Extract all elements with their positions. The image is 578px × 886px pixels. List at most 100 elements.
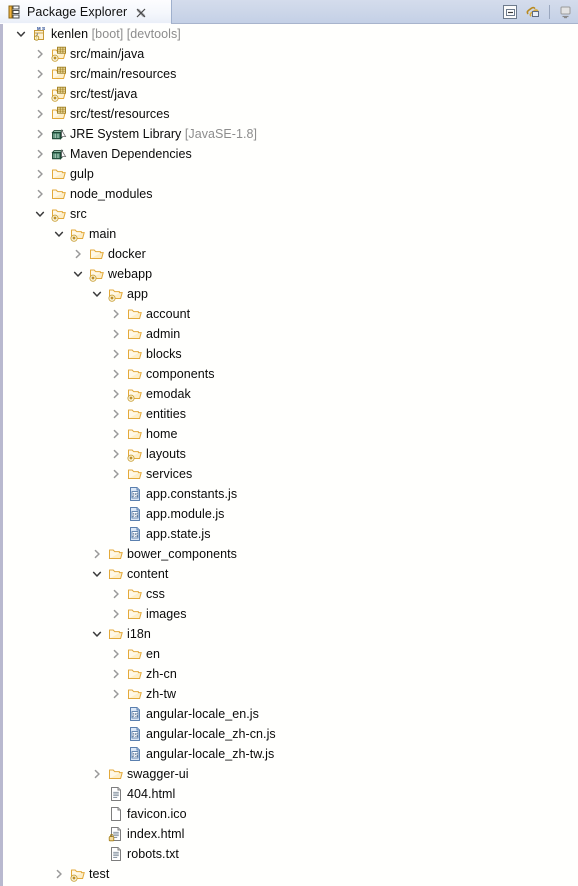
chevron-right-icon[interactable] (110, 364, 121, 384)
chevron-right-icon[interactable] (110, 344, 121, 364)
tree-row[interactable]: zh-cn (3, 664, 578, 684)
link-with-editor-button[interactable] (523, 3, 543, 21)
chevron-right-icon[interactable] (110, 604, 121, 624)
tree-row[interactable]: images (3, 604, 578, 624)
chevron-right-icon[interactable] (91, 544, 102, 564)
chevron-down-icon[interactable] (91, 564, 102, 584)
tree-row[interactable]: ! M Skenlen [boot] [devtools] (3, 24, 578, 44)
chevron-down-icon[interactable] (15, 24, 26, 44)
tree-row[interactable]: bower_components (3, 544, 578, 564)
tree-row[interactable]: main (3, 224, 578, 244)
chevron-right-icon[interactable] (110, 464, 121, 484)
collapse-all-button[interactable] (500, 3, 520, 21)
tree-row[interactable]: robots.txt (3, 844, 578, 864)
chevron-right-icon[interactable] (110, 584, 121, 604)
tree-row[interactable]: src/test/java (3, 84, 578, 104)
tree-row[interactable]: favicon.ico (3, 804, 578, 824)
tree-row[interactable]: JS app.constants.js (3, 484, 578, 504)
tree-row[interactable]: JS app.state.js (3, 524, 578, 544)
package-folder-icon (51, 66, 67, 82)
folder-icon (127, 686, 143, 702)
chevron-down-icon[interactable] (91, 624, 102, 644)
chevron-down-icon[interactable] (91, 284, 102, 304)
library-icon (51, 146, 67, 162)
chevron-right-icon[interactable] (53, 864, 64, 884)
chevron-right-icon[interactable] (34, 184, 45, 204)
chevron-right-icon[interactable] (110, 404, 121, 424)
chevron-right-icon[interactable] (34, 64, 45, 84)
tree-row[interactable]: test (3, 864, 578, 884)
chevron-right-icon[interactable] (34, 124, 45, 144)
tree-row[interactable]: src (3, 204, 578, 224)
chevron-right-icon[interactable] (110, 384, 121, 404)
tree-row[interactable]: account (3, 304, 578, 324)
package-explorer-tree[interactable]: ! M Skenlen [boot] [devtools] src/main/java… (0, 24, 578, 886)
chevron-right-icon[interactable] (34, 144, 45, 164)
chevron-right-icon[interactable] (110, 324, 121, 344)
tree-row-label: JRE System Library [JavaSE-1.8] (70, 127, 258, 141)
tree-row[interactable]: css (3, 584, 578, 604)
tab-package-explorer[interactable]: Package Explorer (0, 0, 172, 24)
tree-row[interactable]: 404.html (3, 784, 578, 804)
chevron-right-icon[interactable] (91, 764, 102, 784)
blank-file-icon (108, 806, 124, 822)
chevron-right-icon[interactable] (110, 644, 121, 664)
chevron-right-icon[interactable] (34, 164, 45, 184)
tree-row[interactable]: app (3, 284, 578, 304)
tree-row[interactable]: entities (3, 404, 578, 424)
chevron-right-icon[interactable] (34, 104, 45, 124)
tree-row[interactable]: src/main/java (3, 44, 578, 64)
tree-row-label: images (146, 607, 187, 621)
tree-row[interactable]: layouts (3, 444, 578, 464)
tree-row[interactable]: JS angular-locale_en.js (3, 704, 578, 724)
tree-row[interactable]: home (3, 424, 578, 444)
tree-row[interactable]: blocks (3, 344, 578, 364)
tree-twisty-placeholder (91, 784, 102, 804)
tree-row[interactable]: i18n (3, 624, 578, 644)
tree-row[interactable]: swagger-ui (3, 764, 578, 784)
tree-row[interactable]: JS angular-locale_zh-tw.js (3, 744, 578, 764)
java-project-icon: ! M S (32, 26, 48, 42)
tree-row[interactable]: components (3, 364, 578, 384)
tree-row[interactable]: admin (3, 324, 578, 344)
tree-row[interactable]: gulp (3, 164, 578, 184)
folder-modified-icon (51, 206, 67, 222)
tree-row-label: Maven Dependencies (70, 147, 192, 161)
view-menu-button[interactable] (556, 3, 576, 21)
chevron-right-icon[interactable] (110, 304, 121, 324)
close-icon[interactable] (135, 6, 147, 18)
tree-row[interactable]: emodak (3, 384, 578, 404)
tree-row[interactable]: Maven Dependencies (3, 144, 578, 164)
chevron-right-icon[interactable] (110, 684, 121, 704)
tree-row[interactable]: en (3, 644, 578, 664)
tree-row-label: components (146, 367, 215, 381)
tree-row-decoration: [boot] [devtools] (88, 27, 181, 41)
view-title: Package Explorer (27, 4, 128, 19)
tree-row[interactable]: webapp (3, 264, 578, 284)
tree-row[interactable]: zh-tw (3, 684, 578, 704)
chevron-right-icon[interactable] (110, 664, 121, 684)
tree-row[interactable]: JS app.module.js (3, 504, 578, 524)
chevron-down-icon[interactable] (72, 264, 83, 284)
tree-row[interactable]: services (3, 464, 578, 484)
text-file-icon (108, 846, 124, 862)
tree-row[interactable]: src/test/resources (3, 104, 578, 124)
chevron-right-icon[interactable] (110, 444, 121, 464)
tree-row[interactable]: JS angular-locale_zh-cn.js (3, 724, 578, 744)
chevron-right-icon[interactable] (34, 44, 45, 64)
chevron-right-icon[interactable] (34, 84, 45, 104)
chevron-right-icon[interactable] (110, 424, 121, 444)
package-explorer-icon (6, 4, 22, 20)
tree-row-label: zh-tw (146, 687, 177, 701)
chevron-down-icon[interactable] (34, 204, 45, 224)
tree-row[interactable]: index.html (3, 824, 578, 844)
chevron-right-icon[interactable] (72, 244, 83, 264)
tree-row[interactable]: docker (3, 244, 578, 264)
toolbar-divider (549, 4, 550, 19)
tree-row[interactable]: content (3, 564, 578, 584)
tree-row[interactable]: JRE System Library [JavaSE-1.8] (3, 124, 578, 144)
folder-modified-icon (70, 866, 86, 882)
chevron-down-icon[interactable] (53, 224, 64, 244)
tree-row[interactable]: src/main/resources (3, 64, 578, 84)
tree-row[interactable]: node_modules (3, 184, 578, 204)
